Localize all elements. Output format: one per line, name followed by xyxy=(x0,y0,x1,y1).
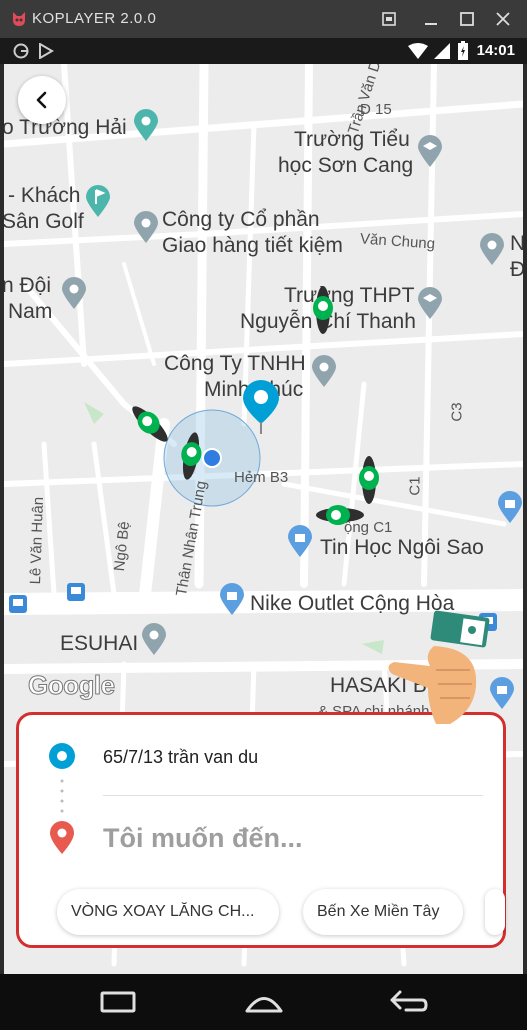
map-label: - Khách xyxy=(8,184,81,207)
bus-stop-icon[interactable] xyxy=(66,582,86,602)
destination-input[interactable]: Tôi muốn đến... xyxy=(103,823,302,854)
android-status-bar: 14:01 xyxy=(0,38,527,64)
phone-screen: o Trường Hải Trường Tiểu học Sơn Cang - … xyxy=(4,64,523,974)
back-button[interactable] xyxy=(18,76,66,124)
location-pin-icon[interactable] xyxy=(140,622,168,656)
play-store-icon xyxy=(39,43,54,59)
map-label: n Đội xyxy=(4,274,52,297)
g-notification-icon xyxy=(13,43,29,59)
suggestion-chip-partial[interactable] xyxy=(485,889,505,935)
nav-back-icon[interactable] xyxy=(388,988,430,1016)
location-pin-icon[interactable] xyxy=(478,232,506,266)
minimize-icon[interactable] xyxy=(420,8,442,30)
close-icon[interactable] xyxy=(492,8,514,30)
back-arrow-icon xyxy=(36,91,47,109)
maximize-icon[interactable] xyxy=(456,8,478,30)
bike-icon xyxy=(313,286,333,334)
bike-icon xyxy=(316,505,364,525)
nav-recent-icon[interactable] xyxy=(100,990,136,1014)
map-label: Văn Chung xyxy=(359,230,436,253)
school-pin-icon[interactable] xyxy=(416,134,444,168)
shopping-pin-icon[interactable] xyxy=(218,582,246,616)
map-label: Nam xyxy=(8,300,53,323)
route-dots xyxy=(60,779,64,813)
map-label: học Sơn Cang xyxy=(278,154,414,177)
status-time: 14:01 xyxy=(476,42,515,59)
bus-stop-icon[interactable] xyxy=(8,594,28,614)
map-label: o Trường Hải xyxy=(4,116,127,139)
restore-icon[interactable] xyxy=(378,8,400,30)
android-nav-bar xyxy=(0,974,527,1030)
location-pin-icon[interactable] xyxy=(310,354,338,388)
origin-dot-icon xyxy=(49,743,75,769)
shopping-pin-icon[interactable] xyxy=(496,490,523,524)
destination-pin-icon xyxy=(50,821,74,854)
koplayer-logo-icon xyxy=(13,12,25,26)
map-label: Giao hàng tiết kiệm xyxy=(162,234,343,257)
pickup-marker-icon[interactable] xyxy=(238,376,284,438)
map-label: Trường THPT xyxy=(284,284,415,307)
window-titlebar: KOPLAYER 2.0.0 xyxy=(0,0,527,38)
golf-pin-icon[interactable] xyxy=(84,184,112,218)
location-pin-icon[interactable] xyxy=(60,276,88,310)
map-label: Sân Golf xyxy=(4,210,84,233)
wifi-icon xyxy=(408,43,428,59)
battery-icon xyxy=(458,41,468,60)
bike-icon xyxy=(132,406,168,442)
trip-panel: 65/7/13 trần van du Tôi muốn đến... VÒNG… xyxy=(16,712,506,948)
school-pin-icon[interactable] xyxy=(416,286,444,320)
suggestion-chip[interactable]: Bến Xe Miền Tây xyxy=(303,889,463,935)
map-label: ESUHAI xyxy=(60,632,139,655)
map-label: Công Ty TNHH xyxy=(164,352,306,375)
map-label: N xyxy=(510,232,523,255)
google-logo: Google xyxy=(28,670,116,701)
window-title: KOPLAYER 2.0.0 xyxy=(32,10,157,27)
map-label: Hẻm B3 xyxy=(234,469,289,486)
map-label: Đ xyxy=(510,258,523,281)
suggestion-chip[interactable]: VÒNG XOAY LĂNG CH... xyxy=(57,889,279,935)
map-label: Lê Văn Huân xyxy=(26,496,48,585)
map-label: Tin Học Ngôi Sao xyxy=(320,536,484,559)
map-label: C3 xyxy=(448,402,466,422)
map-label: Công ty Cổ phần xyxy=(162,208,320,231)
location-pin-icon[interactable] xyxy=(132,210,160,244)
nav-home-icon[interactable] xyxy=(244,990,284,1014)
map-label: C1 xyxy=(406,476,424,496)
location-pin-icon[interactable] xyxy=(132,108,160,142)
hand-pointer-icon xyxy=(388,610,490,724)
panel-divider xyxy=(103,795,483,796)
pickup-address[interactable]: 65/7/13 trần van du xyxy=(103,747,258,768)
signal-icon xyxy=(434,43,450,59)
bike-icon xyxy=(181,432,202,480)
